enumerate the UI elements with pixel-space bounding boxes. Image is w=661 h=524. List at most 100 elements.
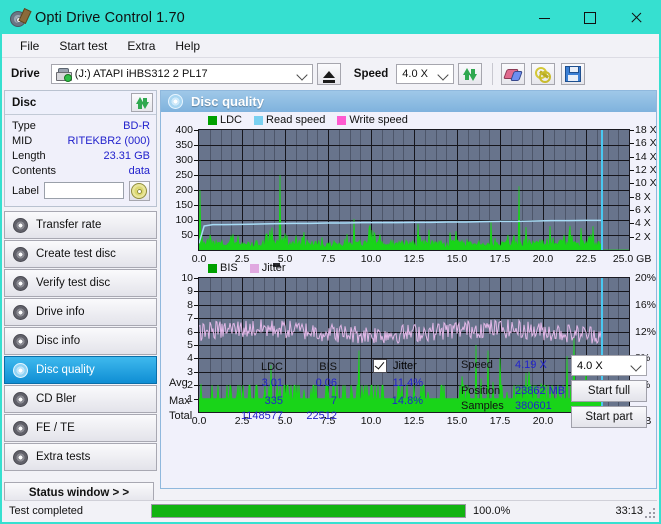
disc-properties: Type BD-R MID RITEKBR2 (000) Length 23.3… [5, 115, 156, 206]
jitter-label: Jitter [393, 360, 417, 372]
y-axis-tick: 300 [175, 154, 193, 166]
disc-icon [13, 217, 28, 233]
legend-label: LDC [220, 114, 243, 126]
refresh-button[interactable] [458, 63, 483, 85]
disc-row-key: Type [12, 119, 36, 132]
y2-axis-tick: 12 X [635, 164, 657, 176]
y-axis-tick: 200 [175, 184, 193, 196]
disc-icon [13, 333, 28, 349]
disc-icon [13, 449, 28, 465]
menu-start-test[interactable]: Start test [49, 36, 117, 56]
tools-icon [535, 67, 552, 83]
maximize-button[interactable] [567, 2, 613, 34]
test-speed-value: 4.0 X [577, 359, 603, 372]
app-disc-icon [10, 7, 32, 27]
disc-label-button[interactable] [128, 180, 150, 201]
legend-label: BIS [220, 262, 238, 274]
speed-select-value: 4.0 X [402, 68, 428, 80]
disc-quality-icon [168, 94, 183, 109]
progress-bar [151, 503, 466, 518]
disc-row-type: Type BD-R [12, 118, 150, 133]
y-tick-mark [194, 385, 198, 387]
drive-label: Drive [11, 68, 40, 80]
y-axis-tick: 8 [187, 298, 193, 311]
start-full-button[interactable]: Start full [571, 380, 647, 402]
sidebar-item-create-test-disc[interactable]: Create test disc [4, 240, 157, 268]
close-button[interactable] [613, 2, 659, 34]
menu-file[interactable]: File [10, 36, 49, 56]
x-axis-tick: 25.0 GB [612, 253, 652, 265]
disc-refresh-button[interactable] [131, 93, 153, 112]
y-axis-tick: 5 [187, 339, 193, 351]
y2-tick-mark [630, 223, 634, 225]
progress-percent: 100.0% [473, 504, 511, 517]
refresh-icon [135, 96, 149, 109]
eject-button[interactable] [316, 63, 341, 85]
test-speed-select[interactable]: 4.0 X [571, 355, 647, 376]
menu-extra[interactable]: Extra [117, 36, 165, 56]
menu-help[interactable]: Help [165, 36, 210, 56]
position-key: Position [461, 385, 501, 397]
x-axis-tick: 15.0 [446, 415, 468, 427]
y-tick-mark [194, 205, 198, 206]
y2-tick-mark [630, 196, 634, 198]
disc-icon [13, 246, 28, 262]
drive-icon [55, 67, 72, 82]
disc-quality-panel: Disc quality LDC Read speed Write speed 400… [160, 90, 657, 489]
sidebar-item-disc-info[interactable]: Disc info [4, 327, 157, 355]
save-button[interactable] [561, 63, 586, 85]
y2-tick-mark [630, 156, 634, 158]
speed-select[interactable]: 4.0 X [396, 64, 455, 84]
y2-tick-mark [630, 183, 634, 185]
jitter-checkbox[interactable] [373, 359, 387, 373]
disc-row-key: Length [12, 149, 46, 162]
legend-swatch [208, 263, 217, 273]
sidebar-item-verify-test-disc[interactable]: Verify test disc [4, 269, 157, 297]
start-part-button[interactable]: Start part [571, 406, 647, 428]
sidebar-item-cd-bler[interactable]: CD Bler [4, 385, 157, 413]
y2-tick-mark [630, 130, 634, 131]
ldc-read-speed-chart-data-layer [199, 175, 629, 250]
legend-item: Jitter [249, 262, 286, 274]
stats-row-key: Max [169, 395, 190, 407]
x-axis-tick: 12.5 [403, 415, 425, 427]
disc-label-input[interactable] [43, 182, 124, 199]
disc-row-mid: MID RITEKBR2 (000) [12, 133, 150, 148]
y2-axis-tick: 16 X [635, 137, 657, 150]
disc-label-caption: Label [12, 184, 39, 197]
x-axis-tick: 10.0 [360, 415, 382, 427]
legend-item: LDC [208, 114, 242, 126]
disc-row-value: RITEKBR2 (000) [67, 134, 150, 147]
stats-row-bis: 0.06 [315, 377, 337, 389]
nav-label: FE / TE [36, 422, 75, 434]
content-area: Disc quality LDC Read speed Write speed 400… [160, 90, 659, 489]
status-bar: Test completed 100.0% 33:13 [4, 500, 657, 520]
sidebar-item-fe-te[interactable]: FE / TE [4, 414, 157, 442]
stats-row-ldc: 1148577 [240, 410, 283, 422]
y2-axis-tick: 20% [635, 272, 657, 284]
jitter-toggle[interactable]: Jitter [373, 359, 417, 373]
sidebar-item-transfer-rate[interactable]: Transfer rate [4, 211, 157, 239]
y-axis-tick: 150 [175, 199, 193, 211]
y2-tick-mark [630, 210, 634, 211]
nav-label: Drive info [36, 306, 85, 318]
disc-row-key: Contents [12, 164, 57, 177]
disc-row-value: data [128, 164, 150, 177]
legend-swatch [337, 115, 347, 125]
sidebar-item-disc-quality[interactable]: Disc quality [4, 356, 157, 384]
x-axis-tick: 0.0 [191, 415, 207, 427]
y-tick-mark [194, 331, 198, 333]
erase-button[interactable] [501, 63, 526, 85]
cd-icon [131, 182, 148, 199]
stats-row-bis: 7 [330, 395, 337, 407]
nav-list: Transfer rate Create test disc Verify te… [4, 211, 157, 504]
drive-select[interactable]: (J:) ATAPI iHBS312 2 PL17 [50, 64, 313, 84]
y-axis-tick: 6 [187, 325, 193, 338]
tools-button[interactable] [531, 63, 556, 85]
sidebar-item-drive-info[interactable]: Drive info [4, 298, 157, 326]
stats-row-jitter: 11.4% [392, 377, 423, 389]
resize-grip[interactable] [644, 507, 655, 518]
sidebar-item-extra-tests[interactable]: Extra tests [4, 443, 157, 471]
minimize-button[interactable] [521, 2, 567, 34]
